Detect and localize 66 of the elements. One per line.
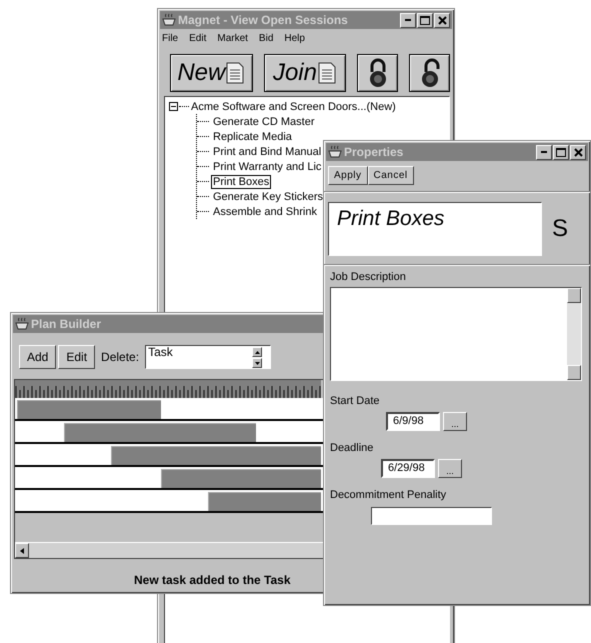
- field-label: Decommitment Penality: [330, 488, 446, 503]
- menu-item[interactable]: File: [162, 33, 178, 44]
- maximize-icon: [420, 16, 430, 24]
- date-field[interactable]: 6/29/98: [381, 459, 435, 478]
- menu-item[interactable]: Edit: [189, 33, 206, 44]
- task-name-field[interactable]: Print Boxes: [328, 202, 542, 256]
- menu-item[interactable]: Help: [284, 33, 305, 44]
- close-button[interactable]: [570, 144, 586, 160]
- field-label: Start Date: [330, 394, 380, 409]
- tree-item[interactable]: Print Warranty and Lic: [211, 160, 324, 174]
- minimize-icon: [541, 151, 547, 153]
- document-icon: [225, 61, 246, 85]
- tree-item[interactable]: Print and Bind Manual: [211, 144, 324, 158]
- scroll-up-button[interactable]: [252, 347, 262, 357]
- date-field[interactable]: 6/9/98: [386, 412, 440, 431]
- minimize-button[interactable]: [536, 144, 552, 160]
- toolbar-button[interactable]: Apply: [328, 166, 368, 185]
- window-title: Plan Builder: [31, 317, 102, 331]
- toolbar-button[interactable]: Edit: [58, 345, 96, 369]
- left-arrow-icon: [20, 548, 24, 554]
- toolbar-button[interactable]: [357, 54, 398, 92]
- date-picker-button[interactable]: ...: [438, 459, 462, 478]
- menu-item[interactable]: Market: [217, 33, 248, 44]
- delete-label: Delete:: [101, 350, 140, 364]
- penalty-field[interactable]: [371, 507, 492, 525]
- status-message: New task added to the Task: [133, 572, 292, 587]
- cup-icon: [15, 317, 29, 331]
- tree-item[interactable]: Replicate Media: [211, 130, 294, 144]
- close-icon: [438, 16, 446, 24]
- tree-item[interactable]: Assemble and Shrink: [211, 204, 319, 218]
- horizontal-scrollbar[interactable]: [15, 542, 323, 558]
- window-title: Magnet - View Open Sessions: [178, 13, 349, 27]
- tree-item[interactable]: Print Boxes: [211, 174, 272, 188]
- scroll-left-button[interactable]: [15, 543, 29, 558]
- list-item[interactable]: Task: [148, 346, 250, 359]
- menu-item[interactable]: Bid: [258, 33, 274, 44]
- toolbar-button[interactable]: Join: [264, 54, 346, 92]
- description-field[interactable]: [330, 287, 582, 381]
- status-letter: S: [552, 215, 568, 243]
- down-arrow-icon: [254, 362, 260, 364]
- toolbar-button[interactable]: New: [170, 54, 253, 92]
- minimize-icon: [405, 19, 411, 21]
- close-button[interactable]: [434, 12, 450, 28]
- up-arrow-icon: [254, 350, 260, 354]
- document-icon: [316, 61, 337, 85]
- toolbar-button[interactable]: Add: [19, 345, 56, 369]
- field-label: Deadline: [330, 441, 374, 456]
- tree-item[interactable]: Acme Software and Screen Doors...(New): [191, 100, 396, 112]
- toolbar-button[interactable]: Cancel: [368, 166, 414, 185]
- cup-icon: [162, 13, 176, 27]
- date-picker-button[interactable]: ...: [443, 412, 467, 431]
- toolbar-button[interactable]: [409, 54, 450, 92]
- maximize-button[interactable]: [417, 12, 433, 28]
- scroll-down-button[interactable]: [252, 358, 262, 368]
- maximize-icon: [556, 148, 566, 156]
- tree-item[interactable]: Generate Key Stickers: [211, 190, 326, 204]
- window-title: Properties: [344, 145, 404, 159]
- tree-item[interactable]: Generate CD Master: [211, 114, 316, 128]
- minimize-button[interactable]: [400, 12, 416, 28]
- cup-icon: [328, 145, 342, 159]
- task-list[interactable]: Task: [145, 345, 272, 369]
- collapse-icon[interactable]: [169, 102, 178, 111]
- close-icon: [574, 148, 582, 156]
- field-label: Job Description: [330, 270, 406, 285]
- maximize-button[interactable]: [553, 144, 569, 160]
- scrollbar[interactable]: [567, 288, 581, 380]
